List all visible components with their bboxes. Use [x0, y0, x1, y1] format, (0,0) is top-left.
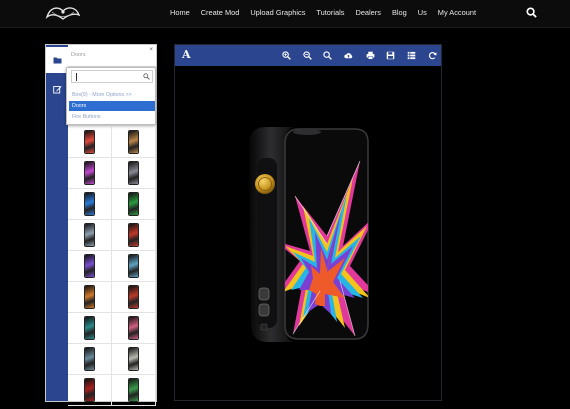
door-graphic-preview	[129, 379, 138, 401]
zoom-in-icon[interactable]	[282, 51, 291, 60]
door-thumbnail[interactable]	[112, 158, 156, 189]
category-select[interactable]: Doors ×	[68, 45, 156, 67]
door-graphic-preview	[129, 193, 138, 215]
nav-my-account[interactable]: My Account	[438, 8, 476, 17]
door-graphic-preview	[85, 317, 94, 339]
door-thumbnail[interactable]	[68, 313, 112, 344]
dropdown-search-input[interactable]	[71, 70, 153, 83]
door-graphic-preview	[129, 224, 138, 246]
door-graphic-preview	[129, 162, 138, 184]
door-graphic-preview	[129, 286, 138, 308]
door-graphic-preview	[85, 379, 94, 401]
thumbnail-grid-area	[68, 127, 156, 406]
nav-home[interactable]: Home	[170, 8, 190, 17]
mod-3d-canvas[interactable]	[175, 66, 441, 400]
top-nav: Home Create Mod Upload Graphics Tutorial…	[0, 0, 570, 28]
door-graphic-preview	[129, 348, 138, 370]
door-thumbnail[interactable]	[68, 127, 112, 158]
door-graphic-preview	[129, 131, 138, 153]
nav-blog[interactable]: Blog	[392, 8, 407, 17]
door-thumbnail[interactable]	[68, 282, 112, 313]
close-icon[interactable]: ×	[149, 47, 153, 53]
list-icon[interactable]	[407, 51, 416, 60]
door-thumbnail[interactable]	[112, 313, 156, 344]
vape-mod-model	[249, 127, 369, 342]
zoom-out-icon[interactable]	[303, 51, 312, 60]
thumbnail-grid	[68, 127, 156, 406]
text-caret	[76, 73, 77, 81]
search-icon[interactable]	[526, 7, 537, 18]
door-thumbnail[interactable]	[112, 344, 156, 375]
door-thumbnail[interactable]	[112, 375, 156, 406]
category-dropdown: Box(9) - More Options >> Doors Fire Butt…	[66, 67, 156, 125]
door-thumbnail[interactable]	[68, 189, 112, 220]
panel-rail	[46, 45, 68, 401]
door-thumbnail[interactable]	[68, 251, 112, 282]
door-thumbnail[interactable]	[112, 220, 156, 251]
text-tool-button[interactable]: A	[182, 48, 191, 61]
door-graphic-preview	[85, 224, 94, 246]
mod-viewer: A	[174, 44, 442, 401]
door-graphic-preview	[85, 193, 94, 215]
door-graphic-preview	[85, 286, 94, 308]
dropdown-option-fire-buttons[interactable]: Fire Buttons	[69, 112, 155, 122]
save-icon[interactable]	[386, 51, 395, 60]
dropdown-option-doors[interactable]: Doors	[69, 101, 155, 111]
edit-icon	[52, 85, 62, 93]
door-graphic-preview	[129, 317, 138, 339]
door-graphic-preview	[129, 255, 138, 277]
search-icon	[143, 73, 150, 80]
door-thumbnail[interactable]	[112, 251, 156, 282]
cloud-upload-icon[interactable]	[344, 51, 353, 60]
folder-tab-button[interactable]	[46, 47, 68, 73]
door-graphic-preview	[85, 162, 94, 184]
dropdown-option-box[interactable]: Box(9) - More Options >>	[69, 90, 155, 100]
viewer-toolbar: A	[175, 45, 441, 66]
selected-category: Doors	[71, 52, 86, 58]
door-thumbnail[interactable]	[68, 158, 112, 189]
folder-icon	[53, 57, 61, 64]
zoom-reset-icon[interactable]	[323, 51, 332, 60]
door-thumbnail[interactable]	[68, 375, 112, 406]
door-graphic-preview	[85, 348, 94, 370]
door-thumbnail[interactable]	[112, 189, 156, 220]
nav-dealers[interactable]: Dealers	[355, 8, 380, 17]
edit-tab-button[interactable]	[46, 76, 68, 102]
nav-tutorials[interactable]: Tutorials	[316, 8, 344, 17]
door-graphic-preview	[85, 255, 94, 277]
door-thumbnail[interactable]	[112, 127, 156, 158]
nav-us[interactable]: Us	[418, 8, 427, 17]
door-graphic-preview	[85, 131, 94, 153]
refresh-icon[interactable]	[428, 51, 437, 60]
door-thumbnail[interactable]	[68, 220, 112, 251]
print-icon[interactable]	[366, 51, 375, 60]
door-thumbnail[interactable]	[68, 344, 112, 375]
nav-create-mod[interactable]: Create Mod	[201, 8, 240, 17]
logo-emblem[interactable]	[44, 3, 82, 23]
door-thumbnail[interactable]	[112, 282, 156, 313]
fire-button	[255, 174, 275, 194]
nav-links: Home Create Mod Upload Graphics Tutorial…	[170, 8, 487, 17]
nav-upload-graphics[interactable]: Upload Graphics	[250, 8, 305, 17]
